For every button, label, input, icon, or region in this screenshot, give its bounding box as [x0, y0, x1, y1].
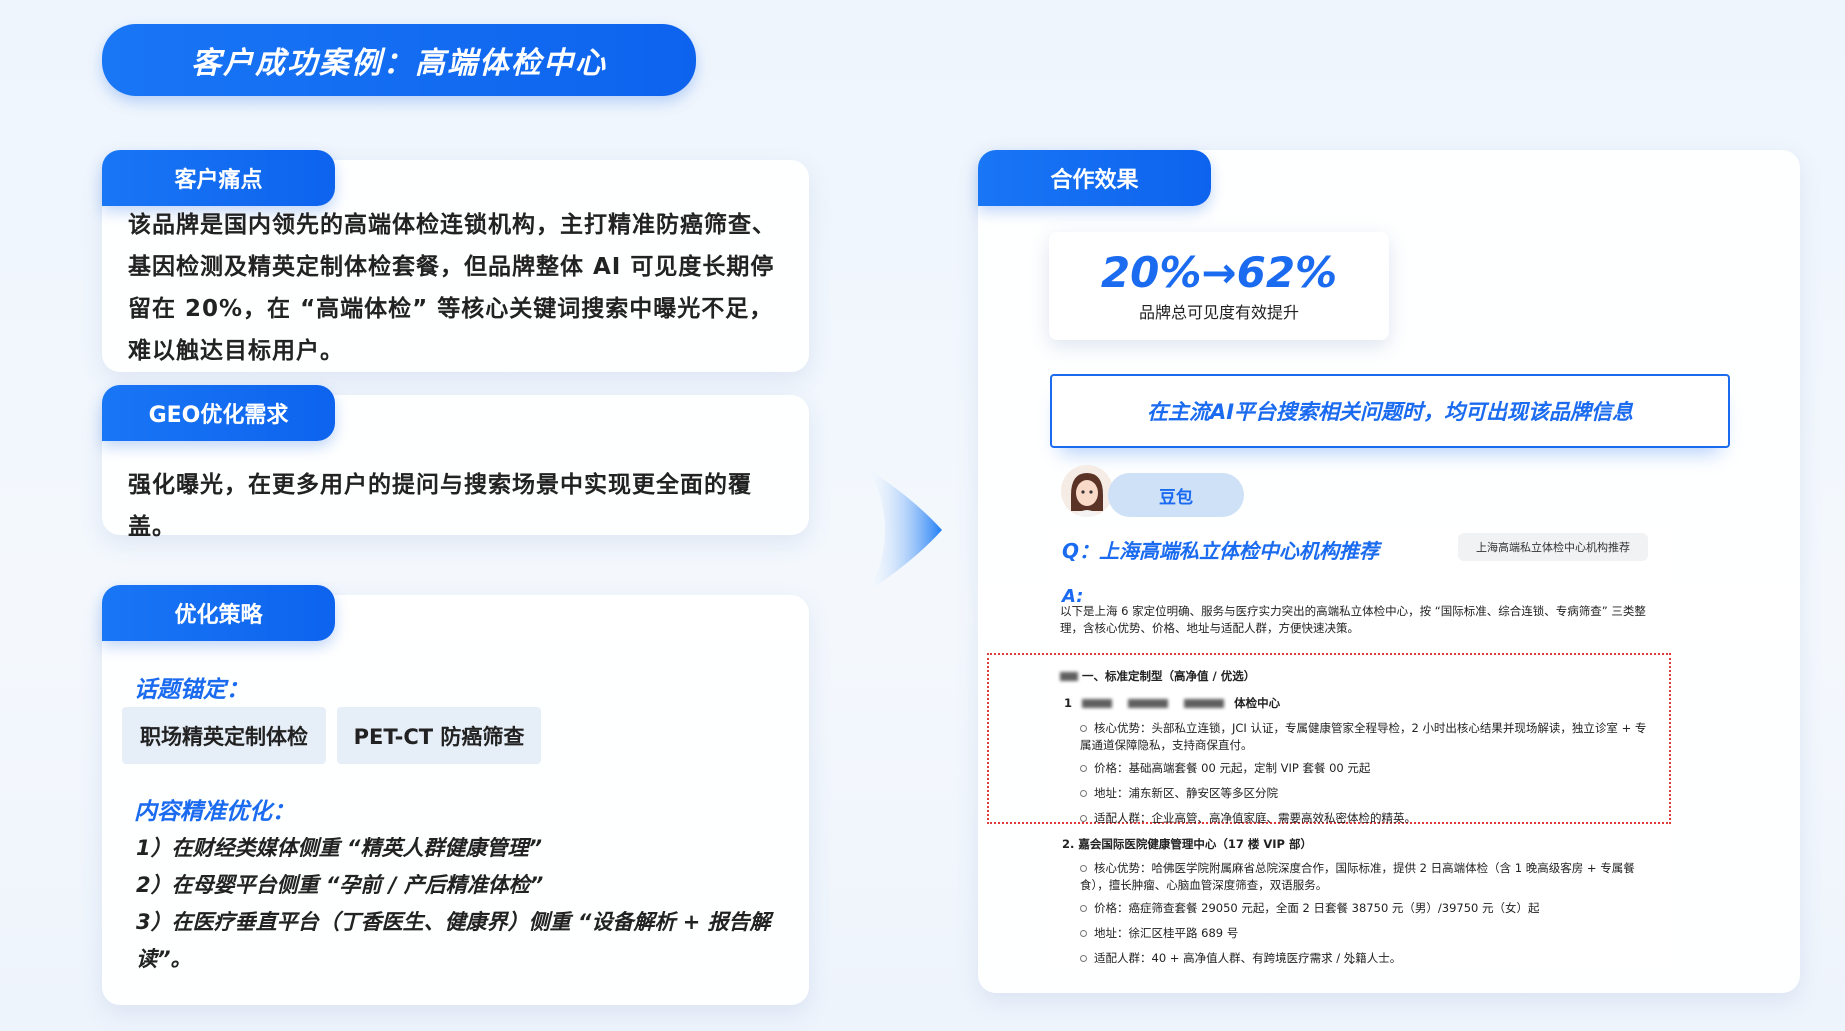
item1-line-4: 适配人群：企业高管、高净值家庭、需要高效私密体检的精英。: [1094, 811, 1416, 825]
item2-line-3: 地址：徐汇区桂平路 689 号: [1094, 926, 1239, 940]
item1-line-2: 价格：基础高端套餐 00 元起，定制 VIP 套餐 00 元起: [1094, 761, 1371, 775]
section1-heading: 一、标准定制型（高净值 / 优选）: [1060, 668, 1255, 684]
redacted-mark: [1082, 699, 1113, 708]
content-heading: 内容精准优化：: [134, 799, 295, 825]
stat-caption: 品牌总可见度有效提升: [1138, 303, 1299, 322]
geo-label: GEO优化需求: [102, 385, 335, 441]
content-item-2: 2）在母婴平台侧重 “孕前 / 产后精准体检”: [136, 873, 544, 897]
content-item-1: 1）在财经类媒体侧重 “精英人群健康管理”: [136, 836, 542, 860]
item2-line-2: 价格：癌症筛查套餐 29050 元起，全面 2 日套餐 38750 元（男）/3…: [1094, 901, 1540, 915]
topic-heading: 话题锚定：: [134, 677, 249, 703]
query-chip[interactable]: 上海高端私立体检中心机构推荐: [1458, 533, 1648, 561]
question-text: Q：上海高端私立体检中心机构推荐: [1062, 539, 1380, 563]
pain-text: 该品牌是国内领先的高端体检连锁机构，主打精准防癌筛查、基因检测及精英定制体检套餐…: [128, 212, 776, 364]
avatar: [1061, 465, 1113, 517]
bot-name-chip[interactable]: 豆包: [1108, 473, 1244, 517]
topic-tag-2: PET-CT 防癌筛查: [337, 707, 541, 764]
section1-heading-text: 一、标准定制型（高净值 / 优选）: [1082, 669, 1256, 683]
redacted-mark: [1184, 699, 1225, 708]
item2-line-1: 核心优势：哈佛医学院附属麻省总院深度合作，国际标准，提供 2 日高端体检（含 1…: [1080, 861, 1635, 892]
redacted-mark: [1060, 672, 1078, 681]
answer-intro: 以下是上海 6 家定位明确、服务与医疗实力突出的高端私立体检中心，按 “国际标准…: [1060, 604, 1646, 635]
redacted-mark: [1128, 699, 1169, 708]
item2-name: 2. 嘉会国际医院健康管理中心（17 楼 VIP 部）: [1062, 837, 1312, 851]
chevron-down-icon[interactable]: ⌄: [1346, 952, 1358, 968]
content-item-3: 3）在医疗垂直平台（丁香医生、健康界）侧重 “设备解析 + 报告解读”。: [136, 910, 771, 971]
item1-line-3: 地址：浦东新区、静安区等多区分院: [1094, 786, 1278, 800]
item1-line-1: 核心优势：头部私立连锁，JCI 认证，专属健康管家全程导检，2 小时出核心结果并…: [1080, 721, 1647, 752]
arrow-icon: [870, 470, 942, 590]
page-title: 客户成功案例：高端体检中心: [102, 24, 696, 96]
item1-details: 核心优势：头部私立连锁，JCI 认证，专属健康管家全程导检，2 小时出核心结果并…: [1080, 720, 1650, 827]
topic-tag-1: 职场精英定制体检: [122, 707, 326, 764]
content-list: 1）在财经类媒体侧重 “精英人群健康管理” 2）在母婴平台侧重 “孕前 / 产后…: [136, 830, 776, 978]
item1-name-text: 体检中心: [1234, 696, 1281, 710]
stat-value: 20%→62%: [1100, 248, 1338, 297]
pain-label: 客户痛点: [102, 150, 335, 206]
geo-text: 强化曝光，在更多用户的提问与搜索场景中实现更全面的覆盖。: [128, 472, 752, 540]
result-banner: 在主流AI平台搜索相关问题时，均可出现该品牌信息: [1050, 374, 1730, 448]
item2-details: 核心优势：哈佛医学院附属麻省总院深度合作，国际标准，提供 2 日高端体检（含 1…: [1080, 860, 1650, 967]
result-label: 合作效果: [978, 150, 1211, 206]
stat-box: 20%→62% 品牌总可见度有效提升: [1049, 232, 1389, 340]
item1-name: 1 体检中心: [1064, 696, 1281, 710]
strategy-label: 优化策略: [102, 585, 335, 641]
